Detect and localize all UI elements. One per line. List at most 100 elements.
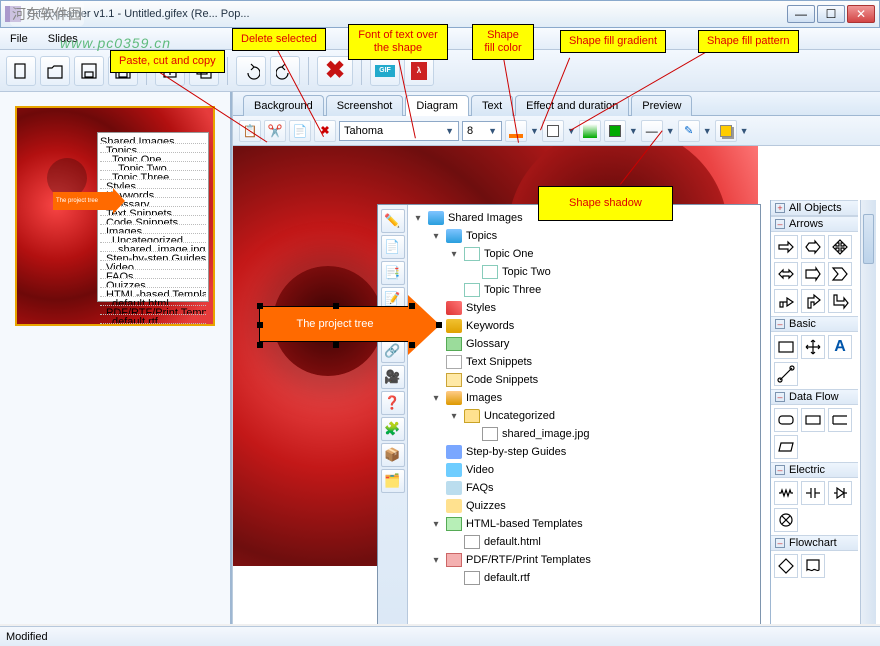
steps-icon bbox=[446, 445, 462, 459]
save-button[interactable] bbox=[74, 56, 104, 86]
html-icon bbox=[446, 517, 462, 531]
section-arrows[interactable]: –Arrows bbox=[771, 216, 858, 232]
shape-arrow-chevron[interactable] bbox=[828, 262, 852, 286]
separator bbox=[361, 57, 362, 85]
section-flowchart[interactable]: –Flowchart bbox=[771, 535, 858, 551]
selection-handle[interactable] bbox=[333, 342, 339, 348]
cut-button[interactable]: ✂️ bbox=[264, 120, 286, 142]
text-icon bbox=[446, 355, 462, 369]
tree-node-label: Glossary bbox=[466, 338, 509, 350]
redo-button[interactable] bbox=[270, 56, 300, 86]
selection-handle[interactable] bbox=[409, 303, 415, 309]
section-label: Flowchart bbox=[789, 537, 837, 549]
gradient-icon bbox=[583, 124, 597, 138]
tool-icon: 📦 bbox=[381, 443, 405, 467]
font-selector[interactable]: Tahoma ▼ bbox=[339, 121, 459, 141]
shape-move[interactable] bbox=[801, 335, 825, 359]
shape-lamp[interactable] bbox=[774, 508, 798, 532]
font-size-value: 8 bbox=[467, 125, 473, 137]
thumbnail-tree: Shared Images Topics Topic One Topic Two… bbox=[97, 132, 209, 302]
shape-rounded-rect[interactable] bbox=[774, 408, 798, 432]
section-dataflow[interactable]: –Data Flow bbox=[771, 389, 858, 405]
selection-handle[interactable] bbox=[409, 342, 415, 348]
tool-icon: 🎥 bbox=[381, 365, 405, 389]
tree-node-label: Styles bbox=[466, 302, 496, 314]
shape-capacitor[interactable] bbox=[801, 481, 825, 505]
tab-preview[interactable]: Preview bbox=[631, 95, 692, 116]
shape-data[interactable] bbox=[774, 435, 798, 459]
section-basic[interactable]: –Basic bbox=[771, 316, 858, 332]
fill-pattern-button[interactable] bbox=[604, 120, 626, 142]
selection-handle[interactable] bbox=[436, 322, 442, 328]
window-title: Gif-Explainer v1.1 - Untitled.gifex (Re.… bbox=[27, 8, 787, 20]
font-size-selector[interactable]: 8 ▼ bbox=[462, 121, 502, 141]
shape-arrow-double[interactable] bbox=[774, 262, 798, 286]
dropdown-icon[interactable]: ▼ bbox=[629, 126, 638, 136]
menu-file[interactable]: File bbox=[4, 31, 34, 47]
tab-screenshot[interactable]: Screenshot bbox=[326, 95, 404, 116]
selection-handle[interactable] bbox=[333, 303, 339, 309]
shape-arrow-turn[interactable] bbox=[801, 289, 825, 313]
selection-handle[interactable] bbox=[257, 342, 263, 348]
shape-diode[interactable] bbox=[828, 481, 852, 505]
gif-icon: GIF bbox=[375, 65, 395, 77]
open-button[interactable] bbox=[40, 56, 70, 86]
tree-node-label: Images bbox=[466, 392, 502, 404]
fill-color-button[interactable] bbox=[542, 120, 564, 142]
shape-decision[interactable] bbox=[774, 554, 798, 578]
tree-node-label: Text Snippets bbox=[466, 356, 532, 368]
shape-process[interactable] bbox=[801, 408, 825, 432]
arrow-shape[interactable]: The project tree bbox=[259, 306, 411, 342]
close-button[interactable]: ✕ bbox=[847, 5, 875, 23]
line-color-button[interactable]: ✎ bbox=[678, 120, 700, 142]
dropdown-icon[interactable]: ▼ bbox=[530, 126, 539, 136]
slide-thumbnail[interactable]: Shared Images Topics Topic One Topic Two… bbox=[15, 106, 215, 326]
shape-arrow-notched[interactable] bbox=[801, 235, 825, 259]
tab-diagram[interactable]: Diagram bbox=[405, 95, 469, 116]
tool-icon: 📄 bbox=[381, 235, 405, 259]
video-icon bbox=[446, 463, 462, 477]
shape-resistor[interactable] bbox=[774, 481, 798, 505]
shape-text[interactable]: A bbox=[828, 335, 852, 359]
minimize-button[interactable]: — bbox=[787, 5, 815, 23]
tab-text[interactable]: Text bbox=[471, 95, 513, 116]
shadow-button[interactable] bbox=[715, 120, 737, 142]
copy-button[interactable]: 📄 bbox=[289, 120, 311, 142]
scrollbar-thumb[interactable] bbox=[863, 214, 874, 264]
selection-handle[interactable] bbox=[257, 303, 263, 309]
objects-panel: +All Objects –Arrows –Basic bbox=[770, 200, 858, 624]
shape-open-rect[interactable] bbox=[828, 408, 852, 432]
shape-arrow-block[interactable] bbox=[801, 262, 825, 286]
watermark-url: www.pc0359.cn bbox=[60, 35, 171, 51]
dropdown-icon[interactable]: ▼ bbox=[740, 126, 749, 136]
section-electric[interactable]: –Electric bbox=[771, 462, 858, 478]
tree-node-label: Uncategorized bbox=[484, 410, 555, 422]
shape-arrow-up-right[interactable] bbox=[774, 289, 798, 313]
shape-arrow-right[interactable] bbox=[774, 235, 798, 259]
page-icon bbox=[482, 265, 498, 279]
delete-button[interactable]: ✖ bbox=[314, 120, 336, 142]
section-label: All Objects bbox=[789, 202, 842, 214]
file-icon bbox=[464, 535, 480, 549]
key-icon bbox=[446, 319, 462, 333]
shape-rectangle[interactable] bbox=[774, 335, 798, 359]
new-button[interactable] bbox=[6, 56, 36, 86]
shape-arrow-bent[interactable] bbox=[828, 289, 852, 313]
separator bbox=[308, 57, 309, 85]
line-style-button[interactable]: — bbox=[641, 120, 663, 142]
watermark-logo: 河东软件园 bbox=[10, 2, 84, 26]
shape-document[interactable] bbox=[801, 554, 825, 578]
dropdown-icon[interactable]: ▼ bbox=[703, 126, 712, 136]
shape-connector[interactable] bbox=[774, 362, 798, 386]
selection-handle[interactable] bbox=[257, 322, 263, 328]
maximize-button[interactable]: ☐ bbox=[817, 5, 845, 23]
section-label: Arrows bbox=[789, 218, 823, 230]
thumbnail-arrow-label: The project tree bbox=[53, 192, 115, 210]
shape-arrow-cross[interactable] bbox=[828, 235, 852, 259]
section-all-objects[interactable]: +All Objects bbox=[771, 200, 858, 216]
tool-icon: 📑 bbox=[381, 261, 405, 285]
undo-button[interactable] bbox=[236, 56, 266, 86]
vertical-scrollbar[interactable] bbox=[860, 200, 876, 624]
dropdown-icon[interactable]: ▼ bbox=[666, 126, 675, 136]
shadow-icon bbox=[720, 125, 732, 137]
